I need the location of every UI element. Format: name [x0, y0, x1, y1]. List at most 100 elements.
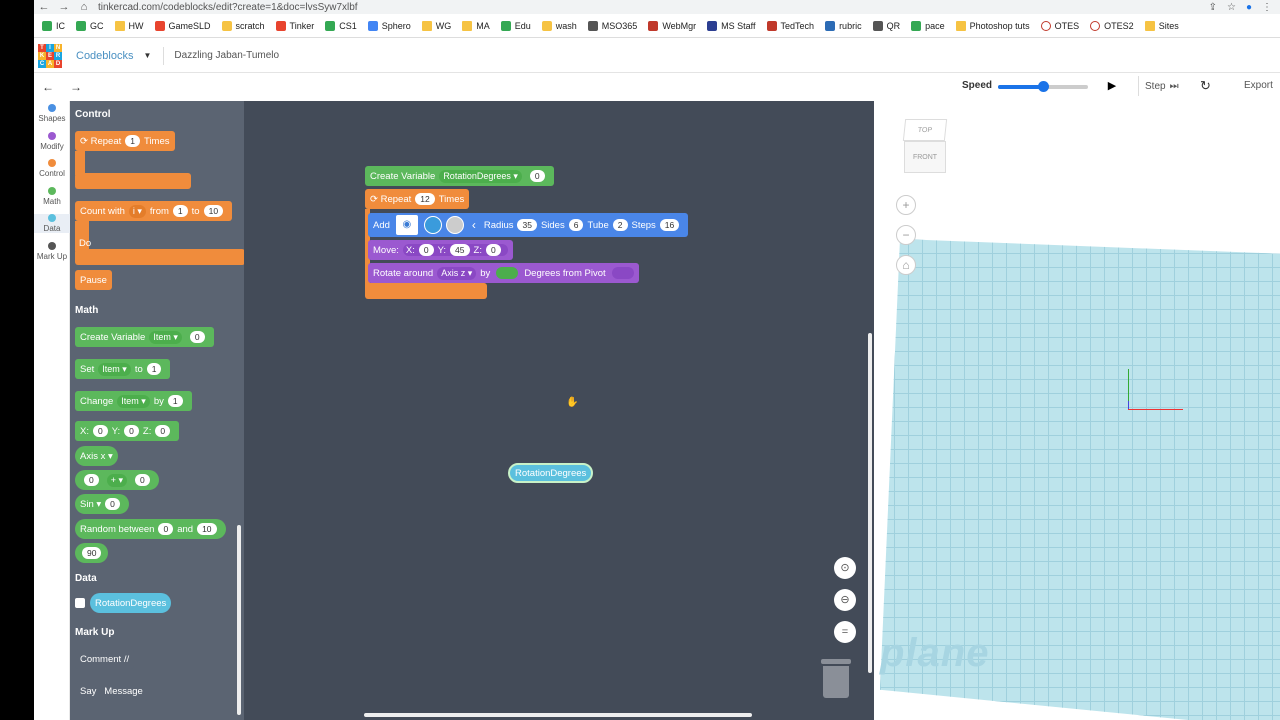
ws-radius-field[interactable]: 35: [517, 219, 537, 231]
view-zoom-out-button[interactable]: −: [896, 225, 916, 245]
ws-steps-field[interactable]: 16: [659, 219, 680, 231]
random-b-field[interactable]: 10: [197, 523, 217, 535]
ws-repeat-block[interactable]: ⟳ Repeat 12 Times: [365, 189, 470, 209]
bookmark-item[interactable]: MSO365: [587, 20, 637, 31]
view-cube-front[interactable]: FRONT: [904, 141, 946, 173]
tinkercad-logo[interactable]: TINKERCAD: [38, 43, 62, 68]
ws-repeat-count[interactable]: 12: [415, 193, 435, 205]
ws-move-z-field[interactable]: 0: [485, 244, 501, 256]
palette-number-block[interactable]: 90: [75, 543, 109, 563]
zoom-fit-button[interactable]: =: [834, 621, 856, 643]
bookmark-item[interactable]: wash: [541, 20, 577, 31]
view-home-button[interactable]: ⌂: [896, 255, 916, 275]
category-data[interactable]: Data: [34, 214, 70, 233]
ws-create-variable-block[interactable]: Create Variable RotationDegrees ▾ 0: [365, 166, 554, 186]
palette-count-with-block[interactable]: Count with i ▾ from 1 to 10: [75, 201, 233, 221]
bookmark-item[interactable]: rubric: [825, 20, 862, 31]
category-control[interactable]: Control: [34, 159, 70, 178]
category-shapes[interactable]: Shapes: [34, 104, 70, 123]
bookmark-item[interactable]: Tinker: [275, 20, 314, 31]
palette-random-block[interactable]: Random between 0 and 10: [75, 519, 226, 539]
category-mark-up[interactable]: Mark Up: [34, 241, 70, 261]
export-button[interactable]: Export: [1244, 80, 1273, 91]
ws-move-block[interactable]: Move: X: 0 Y: 45 Z: 0: [368, 240, 513, 260]
extension-icon[interactable]: ●: [1246, 2, 1252, 13]
palette-repeat-block[interactable]: ⟳ Repeat 1 Times: [75, 131, 175, 151]
codeblocks-title[interactable]: Codeblocks: [76, 50, 133, 62]
category-modify[interactable]: Modify: [34, 131, 70, 151]
from-field[interactable]: 1: [172, 205, 188, 217]
browser-forward-icon[interactable]: →: [54, 1, 74, 13]
view-cube-top[interactable]: TOP: [902, 119, 948, 141]
bookmark-item[interactable]: Sphero: [367, 20, 411, 31]
bookmark-item[interactable]: QR: [872, 20, 900, 31]
ws-add-block[interactable]: Add ◉ ‹ Radius 35 Sides 6 Tube 2 Steps 1…: [368, 213, 689, 237]
bookmark-item[interactable]: IC: [42, 20, 65, 31]
ws-rotate-degrees-slot[interactable]: [496, 267, 519, 279]
hole-toggle-button[interactable]: [445, 216, 464, 234]
ws-move-y-field[interactable]: 45: [450, 244, 470, 256]
palette-create-variable-block[interactable]: Create Variable Item ▾ 0: [75, 327, 214, 347]
bookmark-item[interactable]: WG: [421, 20, 451, 31]
bookmark-item[interactable]: OTES: [1040, 20, 1079, 31]
ws-move-x-field[interactable]: 0: [418, 244, 434, 256]
ws-sides-field[interactable]: 6: [568, 219, 584, 231]
star-icon[interactable]: ☆: [1227, 2, 1236, 13]
palette-arithmetic-block[interactable]: 0 + ▾ 0: [75, 470, 159, 490]
speed-slider[interactable]: [998, 81, 1088, 92]
palette-scrollbar[interactable]: [237, 525, 241, 715]
sin-field[interactable]: 0: [105, 498, 120, 510]
share-icon[interactable]: ⇪: [1209, 2, 1217, 13]
bookmark-item[interactable]: MS Staff: [707, 20, 756, 31]
bookmark-item[interactable]: TedTech: [766, 20, 814, 31]
trash-icon[interactable]: [821, 659, 851, 698]
number-field[interactable]: 90: [82, 547, 102, 559]
palette-comment-block[interactable]: Comment //: [75, 649, 135, 669]
url-text[interactable]: tinkercad.com/codeblocks/edit?create=1&d…: [98, 2, 358, 13]
ws-rotate-block[interactable]: Rotate around Axis z ▾ by Degrees from P…: [368, 263, 639, 283]
category-math[interactable]: Math: [34, 186, 70, 206]
palette-pause-block[interactable]: Pause: [75, 270, 112, 290]
palette-sin-block[interactable]: Sin ▾ 0: [75, 494, 129, 514]
create-variable-value[interactable]: 0: [189, 331, 205, 343]
bookmark-item[interactable]: Sites: [1144, 20, 1179, 31]
view-cube[interactable]: TOP FRONT: [902, 119, 948, 175]
bookmark-item[interactable]: HW: [114, 20, 144, 31]
torus-shape-icon[interactable]: ◉: [395, 215, 418, 235]
bookmark-item[interactable]: MA: [462, 20, 490, 31]
set-value-field[interactable]: 1: [146, 363, 162, 375]
arithmetic-op-dropdown[interactable]: + ▾: [106, 473, 128, 487]
ws-create-variable-dropdown[interactable]: RotationDegrees ▾: [439, 169, 522, 183]
zoom-out-button[interactable]: ⊖: [834, 589, 856, 611]
code-workspace[interactable]: Create Variable RotationDegrees ▾ 0 ⟳ Re…: [244, 101, 874, 720]
count-var-dropdown[interactable]: i ▾: [128, 204, 146, 218]
ws-rotate-axis-dropdown[interactable]: Axis z ▾: [437, 266, 477, 280]
xyz-x-field[interactable]: 0: [92, 425, 108, 437]
change-var-dropdown[interactable]: Item ▾: [117, 394, 150, 408]
repeat-count-field[interactable]: 1: [125, 135, 140, 147]
browser-home-icon[interactable]: ⌂: [74, 1, 94, 13]
xyz-y-field[interactable]: 0: [124, 425, 139, 437]
palette-change-block[interactable]: Change Item ▾ by 1: [75, 391, 192, 411]
bookmark-item[interactable]: CS1: [325, 20, 357, 31]
to-field[interactable]: 10: [203, 205, 224, 217]
palette-axis-block[interactable]: Axis x ▾: [75, 446, 118, 466]
create-variable-dropdown[interactable]: Item ▾: [149, 330, 182, 344]
data-var-checkbox[interactable]: [75, 598, 85, 608]
ws-create-variable-value[interactable]: 0: [529, 170, 545, 182]
undo-button[interactable]: ←: [34, 80, 62, 94]
workspace-horizontal-scrollbar[interactable]: [364, 713, 752, 717]
collapse-chevron-icon[interactable]: ‹: [472, 218, 476, 232]
change-value-field[interactable]: 1: [167, 395, 183, 407]
set-var-dropdown[interactable]: Item ▾: [98, 362, 131, 376]
step-button[interactable]: Step ⏭: [1138, 76, 1179, 96]
view-zoom-in-button[interactable]: +: [896, 195, 916, 215]
ws-tube-field[interactable]: 2: [612, 219, 628, 231]
palette-xyz-block[interactable]: X: 0 Y: 0 Z: 0: [75, 421, 180, 441]
bookmark-item[interactable]: GameSLD: [154, 20, 211, 31]
palette-data-variable[interactable]: RotationDegrees: [90, 593, 172, 613]
palette-set-block[interactable]: Set Item ▾ to 1: [75, 359, 171, 379]
xyz-z-field[interactable]: 0: [155, 425, 171, 437]
arithmetic-a-field[interactable]: 0: [84, 474, 99, 486]
bookmark-item[interactable]: pace: [911, 20, 945, 31]
